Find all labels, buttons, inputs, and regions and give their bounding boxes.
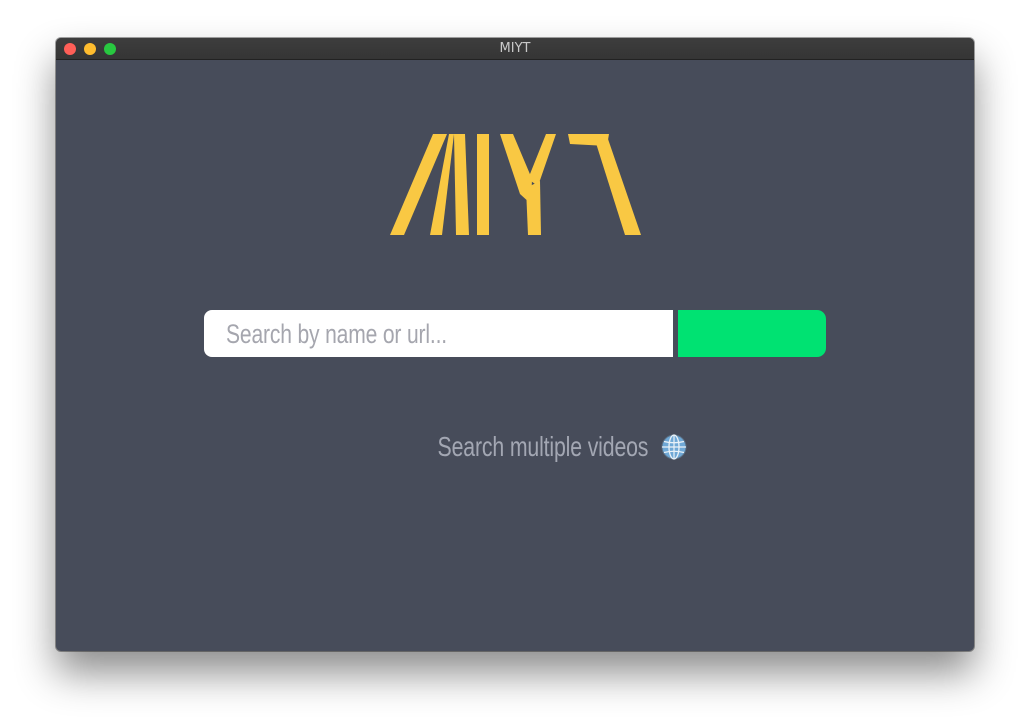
- app-window: MIYT Search by name or url... Search mul…: [56, 38, 974, 651]
- window-title: MIYT: [499, 41, 531, 56]
- search-input[interactable]: [204, 310, 673, 357]
- title-bar[interactable]: MIYT: [56, 38, 974, 60]
- search-bar: Search by name or url...: [204, 310, 826, 357]
- search-button[interactable]: [678, 310, 826, 357]
- search-multiple-videos-link[interactable]: Search multiple videos: [438, 431, 649, 463]
- multi-search-row: Search multiple videos: [56, 431, 974, 465]
- miyt-logo: [390, 134, 641, 235]
- globe-icon[interactable]: [661, 434, 687, 460]
